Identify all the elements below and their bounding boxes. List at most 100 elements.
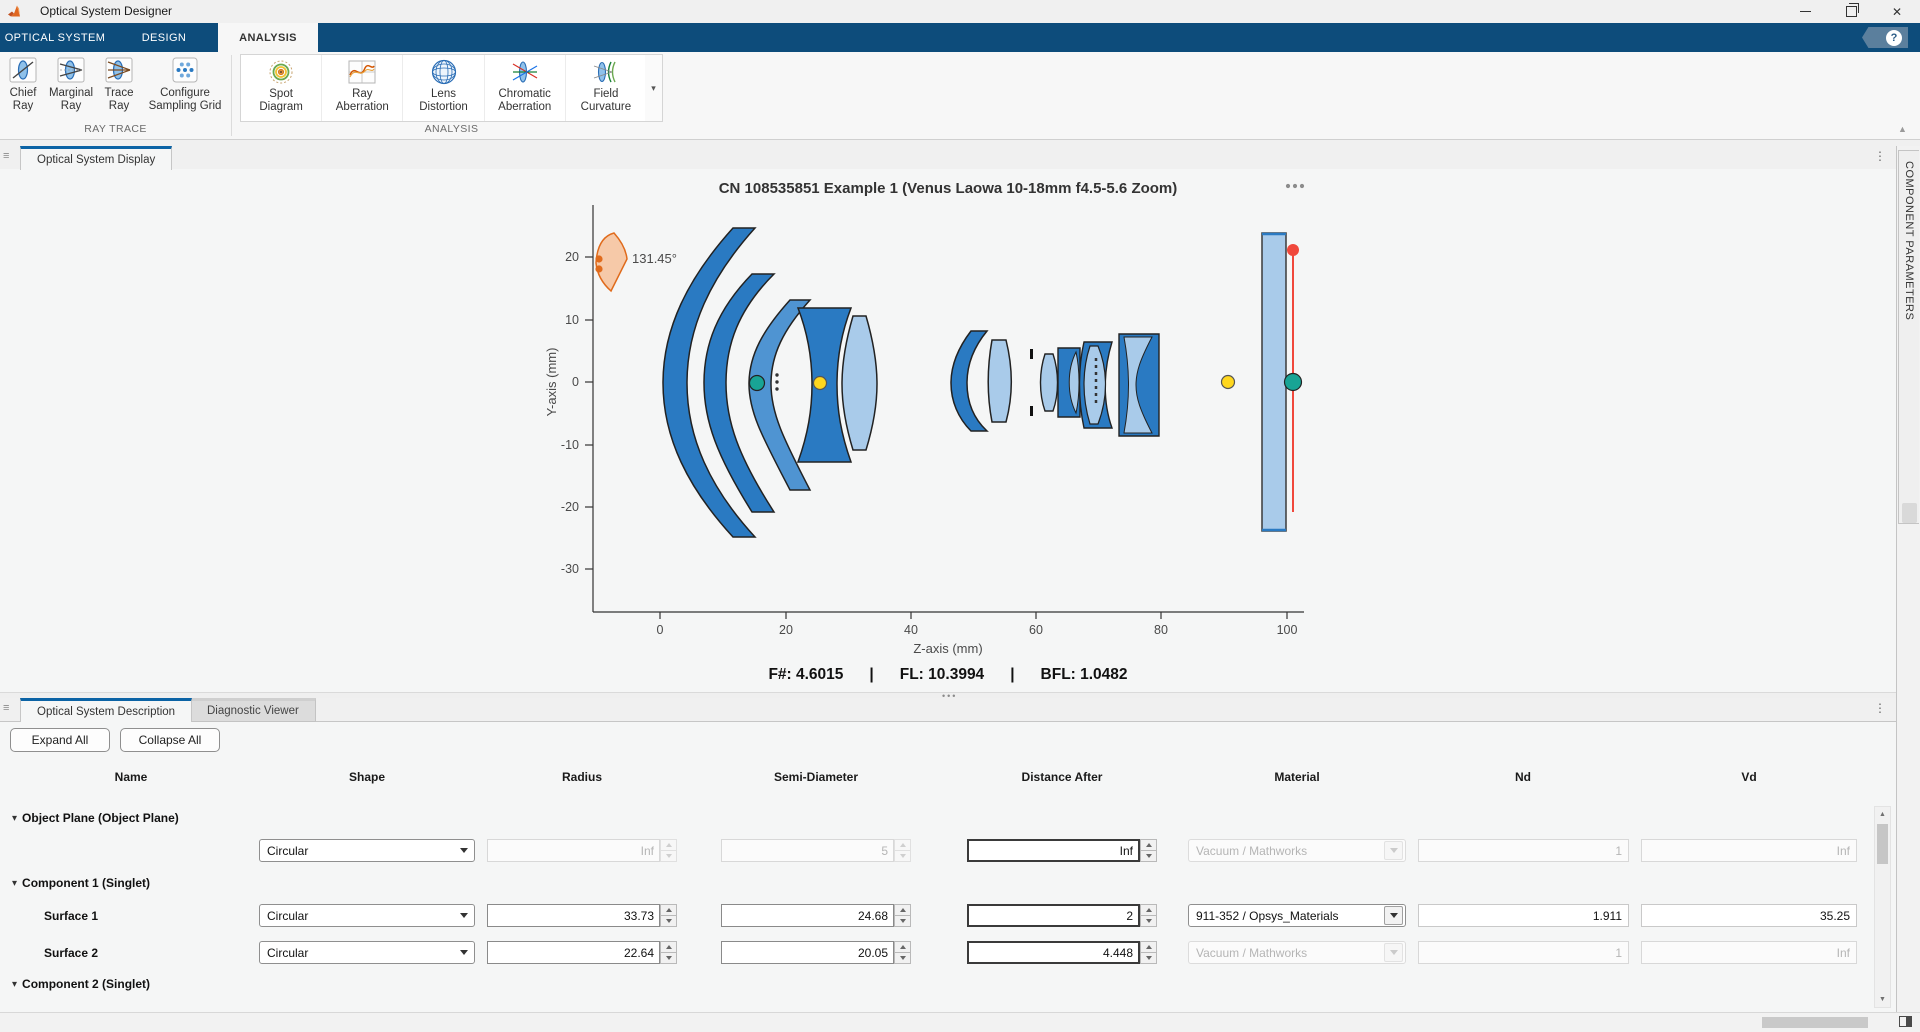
- nd-field[interactable]: 1: [1418, 941, 1629, 964]
- spin-down-icon[interactable]: [894, 915, 911, 927]
- tab-optical-system[interactable]: OPTICAL SYSTEM: [0, 23, 110, 52]
- distance-after-field[interactable]: Inf: [967, 839, 1157, 862]
- spin-up-icon[interactable]: [894, 839, 911, 850]
- semi-diameter-field[interactable]: 24.68: [721, 904, 911, 927]
- table-vertical-scrollbar[interactable]: ▲ ▼: [1874, 806, 1891, 1008]
- field-value[interactable]: 2: [967, 904, 1140, 927]
- field-value[interactable]: 33.73: [487, 904, 660, 927]
- spin-up-icon[interactable]: [1140, 839, 1157, 850]
- field-value[interactable]: 20.05: [721, 941, 894, 964]
- spin-up-icon[interactable]: [660, 904, 677, 915]
- kebab-icon[interactable]: ⋮: [1874, 149, 1886, 163]
- kebab-icon[interactable]: ⋮: [1874, 701, 1886, 715]
- field-value[interactable]: 4.448: [967, 941, 1140, 964]
- dropdown-arrow-icon[interactable]: [454, 848, 474, 853]
- rear-lens-group[interactable]: [1030, 334, 1159, 436]
- field-of-view-fan[interactable]: [595, 233, 627, 291]
- red-marker-dot[interactable]: [1287, 244, 1299, 256]
- spin-up-icon[interactable]: [894, 904, 911, 915]
- table-row-group[interactable]: ▾ Object Plane (Object Plane): [0, 808, 1896, 831]
- trace-ray-button[interactable]: Trace Ray: [98, 55, 140, 113]
- shape-dropdown[interactable]: Circular: [259, 904, 475, 927]
- dropdown-arrow-icon[interactable]: [1384, 906, 1403, 925]
- field-value[interactable]: 24.68: [721, 904, 894, 927]
- tree-collapse-icon[interactable]: ▾: [12, 979, 17, 990]
- yellow-marker-dot[interactable]: [1222, 376, 1235, 389]
- close-button[interactable]: ✕: [1874, 0, 1920, 23]
- distance-after-field[interactable]: 2: [967, 904, 1157, 927]
- menu-icon[interactable]: ≡: [3, 702, 9, 714]
- tab-design[interactable]: DESIGN: [110, 23, 218, 52]
- dropdown-arrow-icon[interactable]: [454, 950, 474, 955]
- radius-field[interactable]: 22.64: [487, 941, 677, 964]
- vd-field[interactable]: 35.25: [1641, 904, 1857, 927]
- restore-button[interactable]: [1828, 0, 1874, 23]
- spin-down-icon[interactable]: [894, 952, 911, 964]
- radius-field[interactable]: 33.73: [487, 904, 677, 927]
- spin-down-icon[interactable]: [1140, 915, 1157, 927]
- semi-diameter-field[interactable]: 20.05: [721, 941, 911, 964]
- image-plane-group[interactable]: [1222, 233, 1302, 531]
- horizontal-scrollbar-thumb[interactable]: [1762, 1017, 1868, 1028]
- field-curvature-button[interactable]: Field Curvature: [566, 55, 646, 121]
- configure-sampling-grid-button[interactable]: Configure Sampling Grid: [142, 55, 228, 113]
- flat-plate-element[interactable]: [1262, 233, 1286, 531]
- spin-down-icon[interactable]: [660, 850, 677, 862]
- vd-field[interactable]: Inf: [1641, 941, 1857, 964]
- field-value[interactable]: 22.64: [487, 941, 660, 964]
- chief-ray-button[interactable]: Chief Ray: [2, 55, 44, 113]
- table-row-group[interactable]: ▾ Component 2 (Singlet): [0, 974, 1896, 997]
- spin-up-icon[interactable]: [660, 839, 677, 850]
- middle-lens-group[interactable]: [951, 331, 1011, 431]
- tab-analysis[interactable]: ANALYSIS: [218, 23, 318, 52]
- tab-diagnostic-viewer[interactable]: Diagnostic Viewer: [190, 698, 316, 722]
- teal-marker-dot[interactable]: [750, 376, 765, 391]
- spin-down-icon[interactable]: [1140, 952, 1157, 964]
- nd-field[interactable]: 1.911: [1418, 904, 1629, 927]
- field-value[interactable]: 5: [721, 839, 894, 862]
- tab-optical-system-display[interactable]: Optical System Display: [20, 146, 172, 170]
- panel-grip[interactable]: [1902, 503, 1917, 523]
- dropdown-arrow-icon[interactable]: [1384, 943, 1403, 962]
- figure-options-icon[interactable]: [1286, 184, 1304, 188]
- table-row-group[interactable]: ▾ Component 1 (Singlet): [0, 873, 1896, 896]
- material-dropdown[interactable]: Vacuum / Mathworks: [1188, 941, 1406, 964]
- tree-collapse-icon[interactable]: ▾: [12, 878, 17, 889]
- tab-optical-system-description[interactable]: Optical System Description: [20, 698, 192, 722]
- spin-down-icon[interactable]: [660, 952, 677, 964]
- spin-up-icon[interactable]: [660, 941, 677, 952]
- semi-diameter-field[interactable]: 5: [721, 839, 911, 862]
- shape-dropdown[interactable]: Circular: [259, 941, 475, 964]
- lens-distortion-button[interactable]: Lens Distortion: [403, 55, 484, 121]
- ray-aberration-button[interactable]: Ray Aberration: [322, 55, 403, 121]
- dock-icon[interactable]: [1899, 1016, 1912, 1027]
- spin-down-icon[interactable]: [660, 915, 677, 927]
- collapse-all-button[interactable]: Collapse All: [120, 728, 220, 752]
- tree-collapse-icon[interactable]: ▾: [12, 813, 17, 824]
- chromatic-aberration-button[interactable]: Chromatic Aberration: [485, 55, 566, 121]
- spin-up-icon[interactable]: [1140, 904, 1157, 915]
- help-button[interactable]: ?: [1862, 27, 1908, 48]
- teal-marker-dot[interactable]: [1285, 374, 1302, 391]
- dropdown-arrow-icon[interactable]: [1384, 841, 1403, 860]
- yellow-marker-dot[interactable]: [814, 377, 827, 390]
- menu-icon[interactable]: ≡: [3, 150, 9, 162]
- minimize-button[interactable]: [1782, 0, 1828, 23]
- field-value[interactable]: Inf: [967, 839, 1140, 862]
- component-parameters-tab[interactable]: COMPONENT PARAMETERS: [1898, 150, 1919, 524]
- vd-field[interactable]: Inf: [1641, 839, 1857, 862]
- scrollbar-thumb[interactable]: [1877, 824, 1888, 864]
- radius-field[interactable]: Inf: [487, 839, 677, 862]
- marginal-ray-button[interactable]: Marginal Ray: [46, 55, 96, 113]
- front-lens-group[interactable]: [663, 228, 877, 537]
- spot-diagram-button[interactable]: Spot Diagram: [241, 55, 322, 121]
- spin-down-icon[interactable]: [894, 850, 911, 862]
- shape-dropdown[interactable]: Circular: [259, 839, 475, 862]
- field-value[interactable]: Inf: [487, 839, 660, 862]
- spin-up-icon[interactable]: [1140, 941, 1157, 952]
- spin-up-icon[interactable]: [894, 941, 911, 952]
- collapse-ribbon-icon[interactable]: ▲: [1898, 124, 1907, 134]
- distance-after-field[interactable]: 4.448: [967, 941, 1157, 964]
- gallery-dropdown-button[interactable]: ▾: [645, 54, 663, 122]
- nd-field[interactable]: 1: [1418, 839, 1629, 862]
